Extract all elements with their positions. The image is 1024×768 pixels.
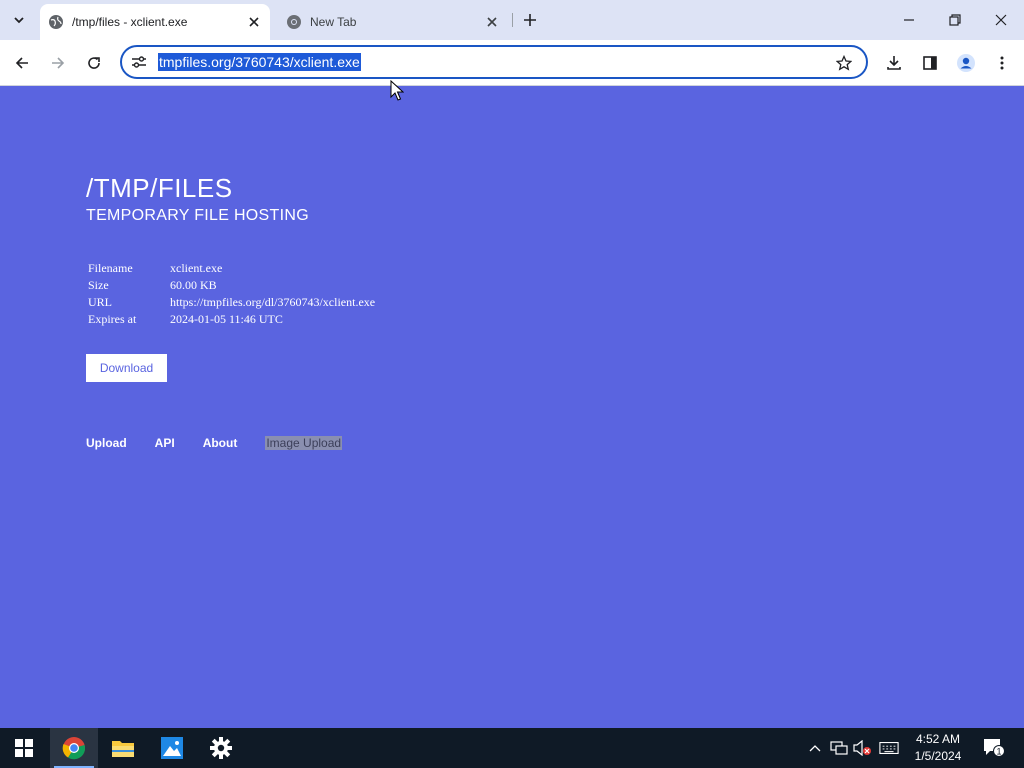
download-icon [887,56,901,70]
minimize-icon [904,19,914,21]
network-icon[interactable] [829,738,849,758]
new-tab-button[interactable] [519,9,541,31]
bookmark-star-icon[interactable] [834,53,854,73]
page-content: /TMP/FILES TEMPORARY FILE HOSTING Filena… [0,87,1024,728]
more-vertical-icon [1000,56,1004,70]
url-text[interactable]: tmpfiles.org/3760743/xclient.exe [158,53,361,71]
side-panel-button[interactable] [916,49,944,77]
mouse-cursor-icon [390,80,404,101]
file-info-row: Filename xclient.exe [88,261,375,278]
gear-icon [210,737,232,759]
close-tab-icon[interactable] [244,12,264,32]
touch-keyboard-icon[interactable] [879,738,899,758]
file-info-row: Size 60.00 KB [88,278,375,295]
api-link[interactable]: API [155,436,175,450]
tab-title: /tmp/files - xclient.exe [72,15,188,29]
tab-new-tab[interactable]: New Tab [278,4,508,40]
image-upload-link[interactable]: Image Upload [265,436,343,450]
notification-center-icon[interactable]: 1 [982,738,1006,758]
windows-logo-icon [15,739,33,757]
reload-button[interactable] [80,49,108,77]
taskbar-chrome[interactable] [50,728,98,768]
taskbar-clock[interactable]: 4:52 AM 1/5/2024 [904,731,972,765]
file-info-row: Expires at 2024-01-05 11:46 UTC [88,312,375,329]
file-info-label: Size [88,278,109,292]
folder-icon [112,741,134,757]
browser-toolbar: tmpfiles.org/3760743/xclient.exe [0,40,1024,86]
chrome-icon [62,737,86,760]
minimize-button[interactable] [886,0,932,40]
start-button[interactable] [0,728,48,768]
downloads-button[interactable] [880,49,908,77]
upload-link[interactable]: Upload [86,436,127,450]
footer-nav: Upload API About Image Upload [86,436,370,450]
taskbar: 4:52 AM 1/5/2024 1 [0,728,1024,768]
file-info-value: xclient.exe [170,261,223,275]
tab-tmpfiles[interactable]: /tmp/files - xclient.exe [40,4,270,40]
site-info-icon[interactable] [128,53,150,71]
file-info-label: URL [88,295,112,309]
back-button[interactable] [8,49,36,77]
arrow-left-icon [15,57,28,69]
profile-avatar-icon [957,54,975,72]
tab-strip: /tmp/files - xclient.exe New Tab [0,0,1024,40]
clock-date: 1/5/2024 [914,749,962,763]
file-info-value: 60.00 KB [170,278,217,292]
taskbar-file-explorer[interactable] [99,728,147,768]
side-panel-icon [923,56,937,70]
clock-time: 4:52 AM [915,732,961,746]
address-bar[interactable]: tmpfiles.org/3760743/xclient.exe [120,45,868,79]
reload-icon [88,57,100,69]
menu-button[interactable] [988,49,1016,77]
page-title: /TMP/FILES [86,173,233,203]
close-window-button[interactable] [978,0,1024,40]
volume-muted-icon[interactable] [853,738,873,758]
chrome-icon [286,14,302,30]
globe-icon [48,14,64,30]
about-link[interactable]: About [203,436,238,450]
tab-separator [512,13,513,27]
file-info-value: https://tmpfiles.org/dl/3760743/xclient.… [170,295,376,309]
tab-search-button[interactable] [6,8,32,32]
file-info-row: URL https://tmpfiles.org/dl/3760743/xcli… [88,295,375,312]
file-info-value: 2024-01-05 11:46 UTC [170,312,283,326]
restore-button[interactable] [932,0,978,40]
taskbar-photos[interactable] [148,728,196,768]
arrow-right-icon [52,57,65,69]
plus-icon [524,14,536,26]
close-tab-icon[interactable] [482,12,502,32]
file-info-label: Expires at [88,312,137,326]
notification-count: 1 [996,747,1001,757]
chevron-down-icon [14,17,24,24]
file-info-table: Filename xclient.exe Size 60.00 KB URL h… [88,261,375,329]
page-subtitle: TEMPORARY FILE HOSTING [86,207,309,224]
taskbar-settings[interactable] [197,728,245,768]
download-button[interactable]: Download [86,354,167,382]
file-info-label: Filename [88,261,133,275]
profile-button[interactable] [952,49,980,77]
forward-button[interactable] [44,49,72,77]
photos-icon [161,737,183,759]
close-icon [995,14,1007,26]
show-hidden-icons-chevron-up-icon[interactable] [805,738,825,758]
tab-title: New Tab [310,15,357,29]
restore-icon [949,14,961,26]
